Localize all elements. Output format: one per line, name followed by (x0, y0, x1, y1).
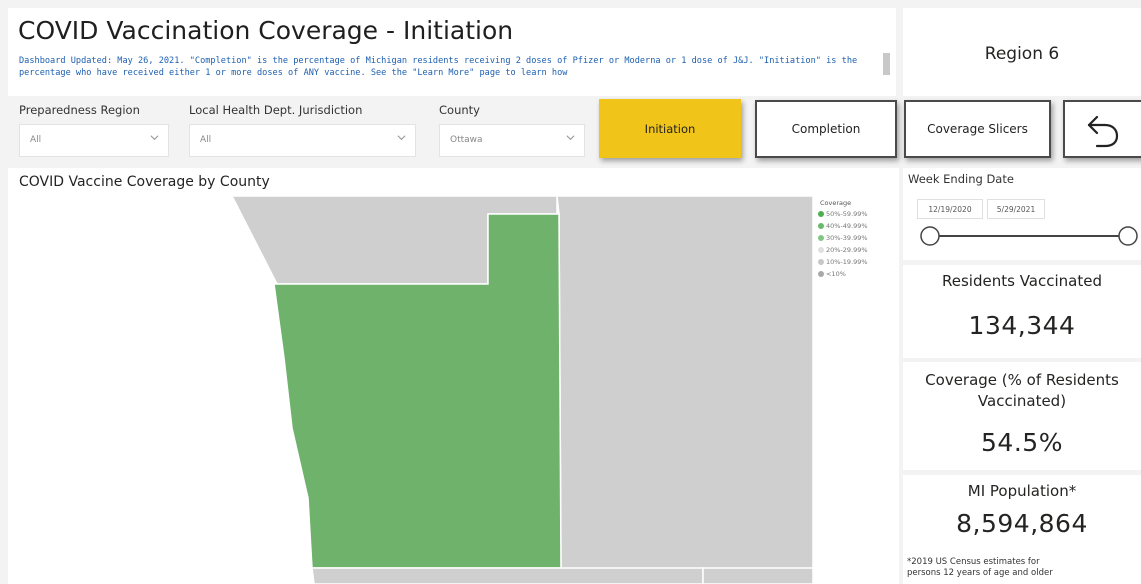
start-date-input[interactable]: 12/19/2020 (917, 199, 983, 219)
coverage-slicers-button[interactable]: Coverage Slicers (904, 100, 1051, 158)
chevron-down-icon (566, 135, 575, 141)
date-range-slider[interactable] (910, 223, 1141, 249)
region-name: Region 6 (984, 44, 1060, 64)
legend-item: 10%-19.99% (818, 258, 868, 266)
slicer-label-county: County (439, 103, 480, 117)
slider-start-handle (920, 226, 940, 246)
legend-label: <10% (826, 270, 846, 278)
slider-end-handle (1118, 226, 1138, 246)
legend-title: Coverage (820, 199, 852, 207)
dropdown-value: Ottawa (450, 135, 483, 145)
slicer-label-local-health-dept: Local Health Dept. Jurisdiction (189, 103, 363, 117)
residents-vaccinated-value: 134,344 (968, 311, 1076, 340)
legend-item: 40%-49.99% (818, 222, 868, 230)
coverage-value: 54.5% (981, 428, 1063, 457)
county-south-west (311, 567, 704, 584)
population-label: MI Population* (967, 482, 1077, 500)
legend-item: 30%-39.99% (818, 234, 868, 242)
preparedness-region-dropdown[interactable]: All (19, 124, 169, 157)
slicer-label-preparedness-region: Preparedness Region (19, 103, 140, 117)
chevron-down-icon (397, 135, 406, 141)
back-arrow-icon (1087, 115, 1119, 148)
description-scrollbar[interactable] (883, 53, 890, 75)
county-east (556, 195, 814, 584)
legend-item: 50%-59.99% (818, 210, 868, 218)
chevron-down-icon (150, 135, 159, 141)
legend-label: 30%-39.99% (826, 234, 868, 242)
population-value: 8,594,864 (956, 509, 1088, 538)
county-dropdown[interactable]: Ottawa (439, 124, 585, 157)
county-map[interactable] (8, 168, 899, 584)
legend-dot (818, 223, 824, 229)
legend-label: 10%-19.99% (826, 258, 868, 266)
local-health-dept-dropdown[interactable]: All (189, 124, 416, 157)
dashboard-description: Dashboard Updated: May 26, 2021. "Comple… (19, 56, 858, 78)
legend-item: 20%-29.99% (818, 246, 868, 254)
dropdown-value: All (30, 135, 42, 145)
coverage-label: Coverage (% of Residents Vaccinated) (925, 371, 1119, 410)
page-title: COVID Vaccination Coverage - Initiation (18, 16, 514, 45)
legend-dot (818, 247, 824, 253)
legend-item: <10% (818, 270, 846, 278)
legend-label: 40%-49.99% (826, 222, 868, 230)
county-south-east (702, 567, 814, 584)
legend-dot (818, 211, 824, 217)
legend-label: 20%-29.99% (826, 246, 868, 254)
legend-dot (818, 271, 824, 277)
initiation-button[interactable]: Initiation (599, 99, 741, 158)
legend-dot (818, 235, 824, 241)
dropdown-value: All (200, 135, 212, 145)
end-date-input[interactable]: 5/29/2021 (987, 199, 1045, 219)
completion-button[interactable]: Completion (755, 100, 897, 158)
legend-label: 50%-59.99% (826, 210, 868, 218)
residents-vaccinated-label: Residents Vaccinated (942, 272, 1102, 290)
week-ending-label: Week Ending Date (908, 172, 1014, 186)
back-button[interactable] (1063, 100, 1141, 158)
population-footnote: *2019 US Census estimates for persons 12… (907, 557, 1053, 578)
legend-dot (818, 259, 824, 265)
